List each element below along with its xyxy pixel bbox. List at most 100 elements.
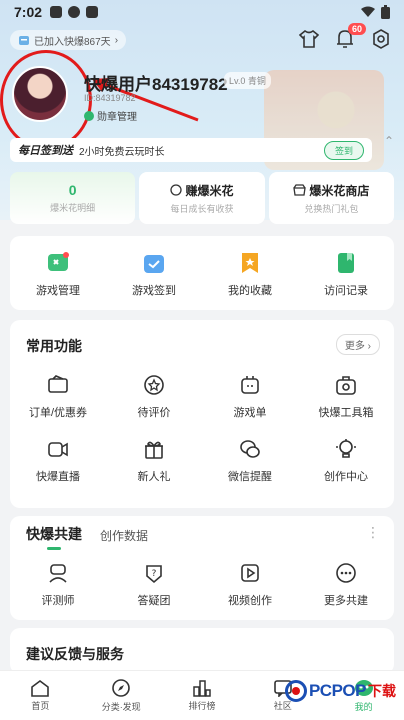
quick-actions-card: 游戏管理 游戏签到 我的收藏 访问记录 — [10, 236, 394, 310]
more-button[interactable]: 更多 › — [335, 334, 380, 355]
medal-icon — [84, 110, 94, 121]
qa-icon: ? — [141, 560, 167, 586]
gift-icon — [141, 436, 167, 462]
more-vertical-icon[interactable]: ⋮ — [366, 524, 380, 541]
chevron-up-icon[interactable]: ⌃ — [384, 134, 394, 148]
signin-title: 每日签到送 — [18, 145, 73, 157]
favorites-icon — [237, 250, 263, 276]
shop-icon — [293, 184, 307, 196]
popcorn-balance-card[interactable]: 0 爆米花明细 — [10, 172, 136, 224]
sync-icon — [68, 6, 81, 18]
popcorn-shop-title: 爆米花商店 — [293, 182, 369, 199]
game-list-button[interactable]: 游戏单 — [202, 372, 298, 420]
wechat-reminder-label: 微信提醒 — [228, 471, 272, 483]
wechat-reminder-button[interactable]: 微信提醒 — [202, 436, 298, 484]
daily-signin-bar[interactable]: 每日签到送 2小时免费云玩时长 签到 — [10, 138, 372, 162]
popcorn-balance-sub: 爆米花明细 — [50, 203, 96, 213]
more-label: 更多 — [344, 341, 365, 352]
feedback-card[interactable]: 建议反馈与服务 — [10, 628, 394, 674]
video-creation-button[interactable]: 视频创作 — [202, 560, 298, 608]
reviewer-label: 评测师 — [41, 595, 75, 607]
compass-icon — [112, 679, 130, 697]
user-id: ID:84319782 — [84, 93, 136, 103]
joined-days-pill[interactable]: 已加入快爆867天 › — [10, 30, 127, 50]
nav-ranking[interactable]: 排行榜 — [162, 671, 243, 720]
creator-icon — [333, 436, 359, 462]
earn-popcorn-title: 赚爆米花 — [170, 182, 234, 199]
earn-popcorn-sub: 每日成长有收获 — [170, 203, 234, 214]
game-list-label: 游戏单 — [233, 407, 267, 419]
toolbox-button[interactable]: 快爆工具箱 — [298, 372, 394, 420]
svg-text:?: ? — [152, 569, 157, 579]
nav-ranking-label: 排行榜 — [188, 701, 216, 711]
level-tag[interactable]: Lv.0 青铜 — [224, 72, 271, 89]
history-label: 访问记录 — [324, 285, 368, 297]
calendar-icon — [19, 36, 29, 45]
review-icon — [141, 372, 167, 398]
ranking-icon — [193, 680, 211, 697]
cobuild-card: 快爆共建 创作数据 ⋮ 评测师 ? 答疑团 视频创作 更多共建 — [10, 516, 394, 620]
nav-discover-label: 分类·发现 — [101, 702, 141, 712]
badge-management-label: 勋章管理 — [97, 112, 137, 123]
signin-button[interactable]: 签到 — [323, 140, 364, 160]
badge-management-link[interactable]: 勋章管理 — [84, 108, 137, 123]
wechat-icon — [237, 436, 263, 462]
toolbox-icon — [333, 372, 359, 398]
common-functions-card: 常用功能 更多 › 订单/优惠券 待评价 游戏单 快爆工具箱 快爆直播 新人礼 — [10, 320, 394, 508]
live-button[interactable]: 快爆直播 — [10, 436, 106, 484]
earn-popcorn-label: 赚爆米花 — [185, 183, 234, 198]
reviewer-button[interactable]: 评测师 — [10, 560, 106, 608]
video-creation-label: 视频创作 — [228, 595, 272, 607]
status-time: 7:02 — [14, 4, 43, 20]
status-bar: 7:02 — [0, 0, 404, 24]
creator-center-button[interactable]: 创作中心 — [298, 436, 394, 484]
orders-coupons-button[interactable]: 订单/优惠券 — [10, 372, 106, 420]
game-manage-button[interactable]: 游戏管理 — [10, 250, 106, 298]
orders-coupons-label: 订单/优惠券 — [28, 407, 88, 419]
popcorn-shop-card[interactable]: 爆米花商店 兑换热门礼包 — [268, 172, 394, 224]
nav-home[interactable]: 首页 — [0, 671, 81, 720]
game-signin-icon — [141, 250, 167, 276]
newcomer-gift-button[interactable]: 新人礼 — [106, 436, 202, 484]
popcorn-shop-sub: 兑换热门礼包 — [304, 203, 359, 214]
signin-desc: 2小时免费云玩时长 — [79, 146, 165, 158]
tab-creation-data[interactable]: 创作数据 — [100, 527, 148, 544]
settings-button[interactable] — [370, 28, 392, 50]
joined-days-text: 已加入快爆867天 — [34, 36, 111, 48]
notification-icon — [50, 6, 63, 18]
game-signin-button[interactable]: 游戏签到 — [106, 250, 202, 298]
dress-up-button[interactable] — [298, 28, 320, 50]
nav-home-label: 首页 — [31, 701, 50, 711]
history-icon — [333, 250, 359, 276]
live-label: 快爆直播 — [36, 471, 80, 483]
game-signin-label: 游戏签到 — [132, 285, 176, 297]
message-count-badge: 60 — [347, 23, 366, 35]
more-cobuild-button[interactable]: 更多共建 — [298, 560, 394, 608]
favorites-button[interactable]: 我的收藏 — [202, 250, 298, 298]
creator-center-label: 创作中心 — [324, 471, 368, 483]
annotation-circle — [0, 50, 92, 150]
history-button[interactable]: 访问记录 — [298, 250, 394, 298]
pending-review-label: 待评价 — [137, 407, 171, 419]
watermark-brand: PCPOP — [308, 681, 367, 700]
pending-review-button[interactable]: 待评价 — [106, 372, 202, 420]
game-manage-icon — [45, 250, 71, 276]
earn-popcorn-card[interactable]: 赚爆米花 每日成长有收获 — [139, 172, 265, 224]
tab-cobuild[interactable]: 快爆共建 — [26, 524, 82, 544]
favorites-label: 我的收藏 — [228, 285, 272, 297]
popcorn-shop-label: 爆米花商店 — [309, 183, 370, 198]
nav-discover[interactable]: 分类·发现 — [81, 671, 162, 720]
qa-team-button[interactable]: ? 答疑团 — [106, 560, 202, 608]
more-icon — [333, 560, 359, 586]
message-button[interactable]: 60 — [334, 23, 366, 50]
header-actions: 60 — [298, 23, 392, 50]
popcorn-icon — [170, 184, 183, 196]
chevron-right-icon: › — [114, 34, 119, 46]
tshirt-icon — [299, 30, 319, 48]
more-cobuild-label: 更多共建 — [324, 595, 368, 607]
gear-icon — [373, 29, 389, 49]
watermark-logo-icon — [284, 680, 307, 702]
app-icon — [86, 6, 99, 18]
username[interactable]: 快爆用户84319782 — [84, 70, 228, 95]
popcorn-balance: 0 — [68, 182, 77, 198]
